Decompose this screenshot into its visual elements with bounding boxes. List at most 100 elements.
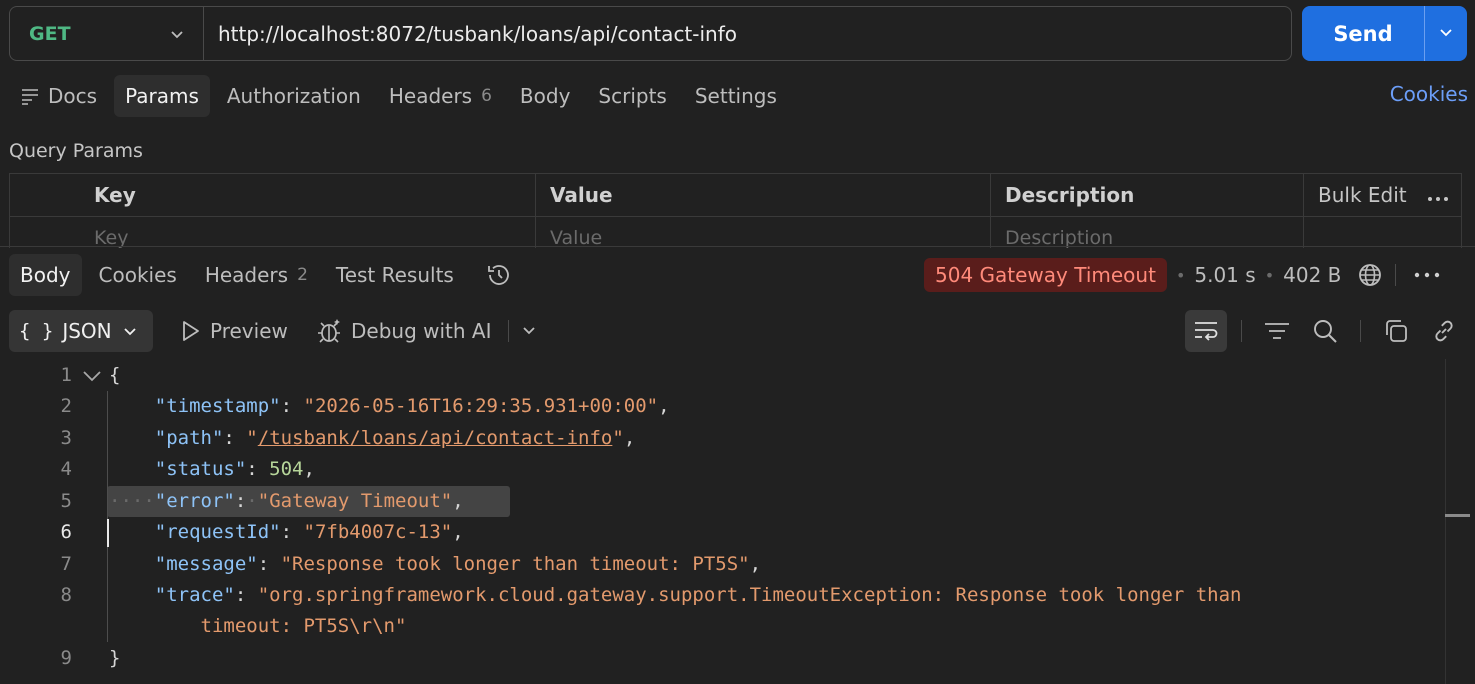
json-punct: , [623,427,636,449]
description-header: Description [991,174,1304,216]
value-input[interactable]: Value [536,217,991,248]
response-size[interactable]: 402 B [1283,263,1341,287]
json-punct: , [303,458,315,480]
json-key: "path" [154,427,224,449]
json-key: "requestId" [154,521,281,543]
chevron-down-icon [169,26,185,42]
tab-authorization[interactable]: Authorization [216,75,372,117]
chevron-down-icon [1438,24,1454,44]
tab-label: Docs [48,84,98,108]
json-string-link[interactable]: /tusbank/loans/api/contact-info [258,427,613,449]
preview-label: Preview [210,319,288,343]
json-string: "org.springframework.cloud.gateway.suppo… [257,584,1242,606]
tab-response-headers[interactable]: Headers 2 [194,254,319,296]
request-tabs: Docs Params Authorization Headers 6 Body … [9,75,794,117]
send-button[interactable]: Send [1302,6,1425,61]
json-key: "timestamp" [154,395,281,417]
tab-test-results[interactable]: Test Results [325,254,465,296]
tab-label: Body [519,84,571,108]
toolbar-separator [1395,264,1397,286]
json-punct: , [749,553,762,575]
search-icon[interactable] [1312,318,1338,344]
toolbar-separator [1360,320,1361,342]
tab-docs[interactable]: Docs [9,75,108,117]
line-number: 4 [60,458,72,480]
tab-label: Test Results [335,263,454,287]
bulk-edit-button[interactable]: Bulk Edit [1318,183,1407,207]
debug-label: Debug with AI [351,319,492,343]
code-line: "status": 504, [154,458,315,480]
empty-cell [1304,217,1461,248]
more-options-icon[interactable] [1414,272,1440,278]
toolbar-separator [1241,320,1242,342]
key-input[interactable]: Key [79,217,536,248]
status-badge[interactable]: 504 Gateway Timeout [924,258,1167,292]
query-params-title: Query Params [9,140,143,162]
tab-scripts[interactable]: Scripts [587,75,677,117]
more-options-icon[interactable] [1427,183,1449,207]
json-quote: " [246,427,258,449]
description-input[interactable]: Description [991,217,1304,248]
table-row: Key Value Description [10,217,1461,248]
copy-icon[interactable] [1383,318,1409,344]
scrollbar-track[interactable] [1445,359,1475,684]
cookies-link[interactable]: Cookies [1390,82,1468,106]
line-number: 5 [60,490,72,512]
json-string: timeout: PT5S\r\n" [200,615,407,637]
method-select[interactable]: GET [10,7,204,60]
chevron-down-icon [122,323,138,339]
tab-response-cookies[interactable]: Cookies [88,254,188,296]
tab-params[interactable]: Params [114,75,210,117]
json-braces-icon: { } [19,320,54,342]
json-key: "trace" [154,584,235,606]
table-header-row: Key Value Description Bulk Edit [10,174,1461,217]
send-options-button[interactable] [1425,6,1467,61]
json-string: "7fb4007c-13" [303,521,453,543]
filter-icon[interactable] [1264,321,1290,341]
wrap-lines-icon[interactable] [1185,310,1227,352]
code-line: "requestId": "7fb4007c-13", [154,521,464,543]
tab-response-body[interactable]: Body [9,254,82,296]
url-input[interactable]: http://localhost:8072/tusbank/loans/api/… [204,22,737,46]
preview-button[interactable]: Preview [178,310,288,352]
history-icon[interactable] [485,261,513,289]
code-line-wrapped: timeout: PT5S\r\n" [109,615,407,637]
indent-guide [107,391,108,642]
ai-bug-icon [318,319,340,343]
query-params-table: Key Value Description Bulk Edit Key Valu… [9,173,1462,248]
tab-label: Authorization [226,84,361,108]
tab-headers[interactable]: Headers 6 [378,75,503,117]
code-line: "timestamp": "2026-05-16T16:29:35.931+00… [154,395,670,417]
response-time[interactable]: 5.01 s [1194,263,1255,287]
line-number: 1 [60,364,72,386]
tab-settings[interactable]: Settings [684,75,788,117]
response-tools [1185,310,1457,352]
debug-with-ai-button[interactable]: Debug with AI [315,310,545,352]
response-body-editor[interactable]: 1 { 2 "timestamp": "2026-05-16T16:29:35.… [0,359,1445,684]
chevron-down-icon[interactable] [521,319,545,343]
headers-count: 6 [481,86,492,106]
pane-divider[interactable] [0,246,1475,247]
separator-dot: • [1264,265,1275,285]
send-button-group: Send [1302,6,1467,61]
link-icon[interactable] [1431,318,1457,344]
code-line: { [109,364,120,386]
line-number: 2 [60,395,72,417]
chevron-down-icon[interactable] [82,367,102,389]
response-headers-count: 2 [297,265,308,285]
value-header: Value [536,174,991,216]
response-tabs: Body Cookies Headers 2 Test Results [9,254,513,296]
method-label: GET [29,22,71,45]
globe-icon[interactable] [1357,262,1383,288]
tab-label: Headers [204,263,289,287]
json-number: 504 [269,458,304,480]
json-key: "status" [154,458,247,480]
code-line: "path": "/tusbank/loans/api/contact-info… [154,427,636,449]
json-key: "message" [154,553,258,575]
scrollbar-thumb[interactable] [1445,514,1470,517]
json-brace: { [109,364,121,386]
format-select[interactable]: { } JSON [9,310,153,352]
code-line: } [109,647,120,669]
tab-body[interactable]: Body [509,75,582,117]
bulk-edit-cell: Bulk Edit [1304,174,1461,216]
